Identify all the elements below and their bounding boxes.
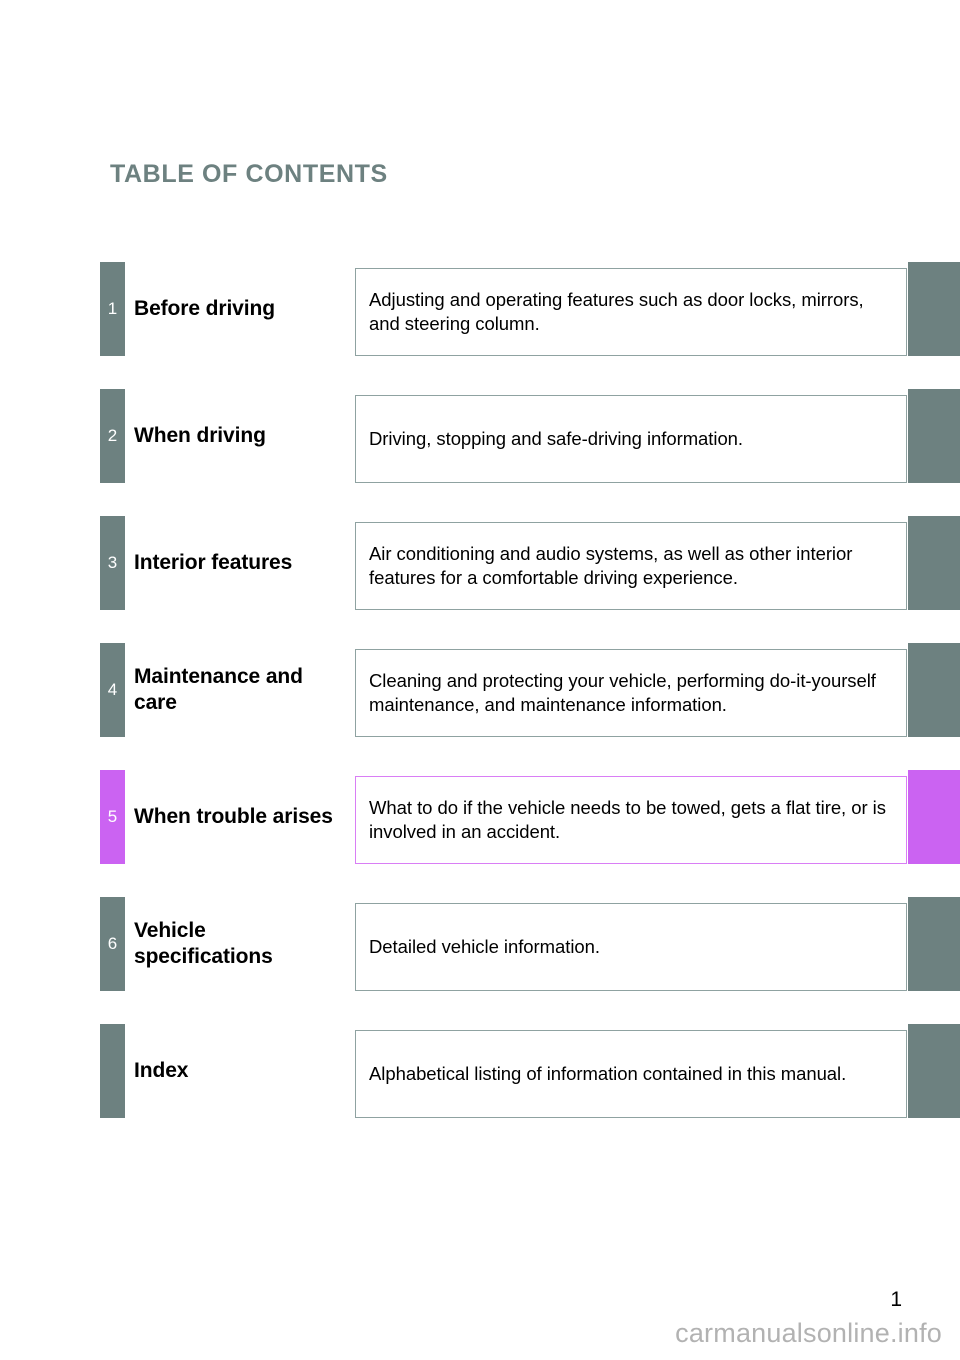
section-description-text: Driving, stopping and safe-driving infor… <box>369 427 744 449</box>
toc-row[interactable]: 4 Maintenance and care Cleaning and protec… <box>0 643 960 737</box>
section-title[interactable]: Before driving <box>134 262 346 356</box>
section-number-tab: 4 <box>100 643 125 737</box>
toc-row[interactable]: 1 Before driving Adjusting and operating f… <box>0 262 960 356</box>
toc-row[interactable]: 5 When trouble arises What to do if the ve… <box>0 770 960 864</box>
toc-row[interactable]: 2 When driving Driving, stopping and safe-… <box>0 389 960 483</box>
section-description-text: Adjusting and operating features such as… <box>369 288 864 334</box>
section-edge-tab <box>908 1024 960 1118</box>
section-description-text: What to do if the vehicle needs to be to… <box>369 796 886 842</box>
toc-row[interactable]: 6 Vehicle specifications Detailed vehicle … <box>0 897 960 991</box>
section-description-box: Detailed vehicle information. <box>355 903 907 991</box>
section-description-box: Driving, stopping and safe-driving infor… <box>355 395 907 483</box>
section-description-box: Air conditioning and audio systems, as w… <box>355 522 907 610</box>
section-description-text: Cleaning and protecting your vehicle, pe… <box>369 669 876 715</box>
section-description-text: Air conditioning and audio systems, as w… <box>369 542 853 588</box>
section-description-text: Detailed vehicle information. <box>369 935 600 957</box>
section-edge-tab <box>908 770 960 864</box>
section-description-text: Alphabetical listing of information cont… <box>369 1062 847 1084</box>
section-edge-tab <box>908 262 960 356</box>
section-number-tab <box>100 1024 125 1118</box>
section-description-box: Cleaning and protecting your vehicle, pe… <box>355 649 907 737</box>
table-of-contents: 1 Before driving Adjusting and operating f… <box>0 262 960 1151</box>
section-title[interactable]: Index <box>134 1024 346 1118</box>
toc-row[interactable]: Index Alphabetical listing of information… <box>0 1024 960 1118</box>
section-number-tab: 1 <box>100 262 125 356</box>
section-number-tab: 3 <box>100 516 125 610</box>
section-number-tab: 5 <box>100 770 125 864</box>
section-description-box: What to do if the vehicle needs to be to… <box>355 776 907 864</box>
section-number-tab: 6 <box>100 897 125 991</box>
section-description-box: Alphabetical listing of information cont… <box>355 1030 907 1118</box>
section-title[interactable]: Maintenance and care <box>134 643 346 737</box>
section-edge-tab <box>908 643 960 737</box>
section-title[interactable]: When trouble arises <box>134 770 346 864</box>
section-number-tab: 2 <box>100 389 125 483</box>
page-title: TABLE OF CONTENTS <box>110 160 388 188</box>
watermark: carmanualsonline.info <box>675 1318 942 1348</box>
section-title[interactable]: Interior features <box>134 516 346 610</box>
section-edge-tab <box>908 516 960 610</box>
section-title[interactable]: Vehicle specifications <box>134 897 346 991</box>
section-edge-tab <box>908 897 960 991</box>
section-description-box: Adjusting and operating features such as… <box>355 268 907 356</box>
section-title[interactable]: When driving <box>134 389 346 483</box>
section-edge-tab <box>908 389 960 483</box>
page-number: 1 <box>890 1288 902 1311</box>
toc-row[interactable]: 3 Interior features Air conditioning and a… <box>0 516 960 610</box>
